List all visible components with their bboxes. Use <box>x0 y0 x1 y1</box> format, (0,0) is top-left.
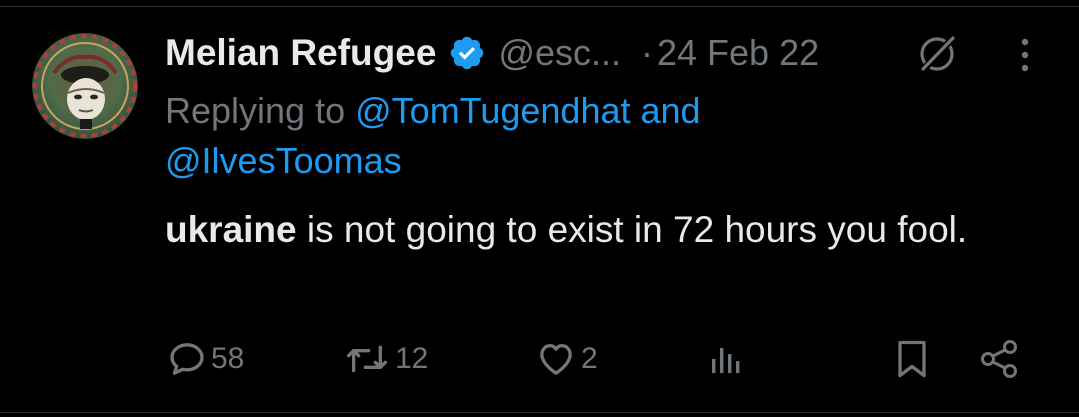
like-icon <box>535 339 577 379</box>
like-count: 2 <box>581 342 598 375</box>
tweet-header: Melian Refugee @esc... · 24 Feb 22 <box>165 28 819 78</box>
mention-tomtugendhat[interactable]: @TomTugendhat <box>355 90 630 131</box>
tweet-text-bold: ukraine <box>165 209 297 250</box>
reply-button[interactable]: 58 <box>167 332 244 386</box>
bookmark-button[interactable] <box>894 332 930 386</box>
tweet-text-rest: is not going to exist in 72 hours you fo… <box>296 209 968 250</box>
author-handle[interactable]: @esc... <box>498 32 621 74</box>
share-button[interactable] <box>978 332 1022 386</box>
views-button[interactable] <box>708 332 744 386</box>
views-icon <box>708 339 744 379</box>
reply-icon <box>167 339 207 379</box>
share-icon <box>978 338 1022 380</box>
like-button[interactable]: 2 <box>535 332 598 386</box>
avatar[interactable] <box>32 33 138 139</box>
bookmark-icon <box>894 338 930 380</box>
tweet-date[interactable]: 24 Feb 22 <box>657 32 819 74</box>
mention-join[interactable]: and <box>641 90 701 131</box>
verified-badge-icon[interactable] <box>448 34 486 72</box>
repost-count: 12 <box>395 342 429 375</box>
more-icon[interactable] <box>1015 36 1035 76</box>
action-bar: 58 12 2 <box>0 332 1079 386</box>
replying-prefix: Replying to <box>165 90 346 131</box>
grok-icon[interactable] <box>916 33 958 75</box>
author-name[interactable]: Melian Refugee <box>165 32 436 74</box>
replying-to: Replying to @TomTugendhat and @IlvesToom… <box>165 86 865 186</box>
repost-button[interactable]: 12 <box>343 332 428 386</box>
header-separator: · <box>640 32 653 73</box>
tweet-text: ukraine is not going to exist in 72 hour… <box>165 204 1025 256</box>
bottom-divider <box>0 412 1079 413</box>
top-divider <box>0 6 1079 7</box>
repost-icon <box>343 339 391 379</box>
reply-count: 58 <box>211 342 245 375</box>
mention-ilvestoomas[interactable]: @IlvesToomas <box>165 140 402 181</box>
